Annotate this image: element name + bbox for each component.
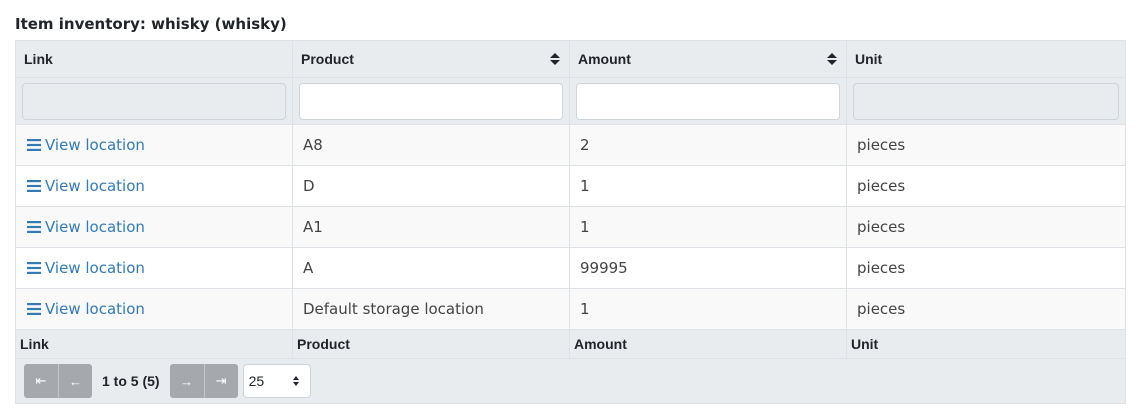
amount-cell: 1: [569, 206, 847, 248]
amount-filter-input[interactable]: [576, 82, 840, 120]
footer-row: Link Product Amount Unit: [15, 329, 1126, 359]
page-size-value: 25: [248, 373, 265, 389]
first-page-button[interactable]: ⇤: [24, 364, 58, 398]
header-link: Link: [15, 40, 293, 78]
view-location-label: View location: [45, 135, 145, 154]
amount-cell: 1: [569, 165, 847, 207]
unit-filter-disabled: [853, 82, 1119, 120]
product-cell: A8: [292, 124, 570, 166]
view-location-link[interactable]: View location: [27, 136, 145, 154]
footer-amount: Amount: [569, 329, 847, 359]
pager-row: ⇤ ← 1 to 5 (5) → ⇥ 25: [15, 358, 1126, 404]
header-amount-label: Amount: [578, 51, 631, 67]
view-location-link[interactable]: View location: [27, 300, 145, 318]
header-row: Link Product Amount Unit: [15, 40, 1126, 78]
view-location-label: View location: [45, 258, 145, 277]
sort-icon[interactable]: [826, 52, 838, 66]
product-cell: Default storage location: [292, 288, 570, 330]
unit-cell: pieces: [846, 165, 1126, 207]
last-page-button[interactable]: ⇥: [203, 364, 238, 398]
footer-link: Link: [15, 329, 293, 359]
view-location-label: View location: [45, 217, 145, 236]
view-location-link[interactable]: View location: [27, 259, 145, 277]
header-product-label: Product: [301, 51, 354, 67]
menu-icon: [27, 179, 41, 192]
view-location-label: View location: [45, 299, 145, 318]
prev-page-button[interactable]: ←: [58, 364, 92, 398]
product-cell: A1: [292, 206, 570, 248]
footer-unit: Unit: [846, 329, 1126, 359]
amount-cell: 1: [569, 288, 847, 330]
pager-info: 1 to 5 (5): [102, 373, 160, 389]
amount-cell: 99995: [569, 247, 847, 289]
view-location-link[interactable]: View location: [27, 218, 145, 236]
table-row: View location D 1 pieces: [15, 165, 1126, 207]
table-row: View location Default storage location 1 pi…: [15, 288, 1126, 330]
header-amount[interactable]: Amount: [569, 40, 847, 78]
sort-icon[interactable]: [549, 52, 561, 66]
select-arrows-icon: [292, 376, 299, 386]
product-cell: D: [292, 165, 570, 207]
header-product[interactable]: Product: [292, 40, 570, 78]
pagination: ⇤ ← 1 to 5 (5) → ⇥ 25: [24, 364, 1117, 398]
filter-row: [15, 77, 1126, 125]
table-row: View location A1 1 pieces: [15, 206, 1126, 248]
page-size-select[interactable]: 25: [242, 364, 311, 398]
table-row: View location A8 2 pieces: [15, 124, 1126, 166]
menu-icon: [27, 138, 41, 151]
inventory-table: Link Product Amount Unit View location A8…: [15, 40, 1126, 404]
amount-cell: 2: [569, 124, 847, 166]
header-unit: Unit: [846, 40, 1126, 78]
unit-cell: pieces: [846, 247, 1126, 289]
menu-icon: [27, 302, 41, 315]
menu-icon: [27, 220, 41, 233]
unit-cell: pieces: [846, 206, 1126, 248]
product-filter-input[interactable]: [299, 82, 563, 120]
unit-cell: pieces: [846, 124, 1126, 166]
view-location-link[interactable]: View location: [27, 177, 145, 195]
page-title: Item inventory: whisky (whisky): [15, 15, 287, 33]
menu-icon: [27, 261, 41, 274]
footer-product: Product: [292, 329, 570, 359]
table-row: View location A 99995 pieces: [15, 247, 1126, 289]
table-body: View location A8 2 pieces View location D 1 pie…: [15, 124, 1126, 330]
view-location-label: View location: [45, 176, 145, 195]
inventory-table-container: Link Product Amount Unit View location A8…: [15, 40, 1126, 404]
unit-cell: pieces: [846, 288, 1126, 330]
product-cell: A: [292, 247, 570, 289]
link-filter-disabled: [22, 82, 286, 120]
next-page-button[interactable]: →: [169, 364, 204, 398]
